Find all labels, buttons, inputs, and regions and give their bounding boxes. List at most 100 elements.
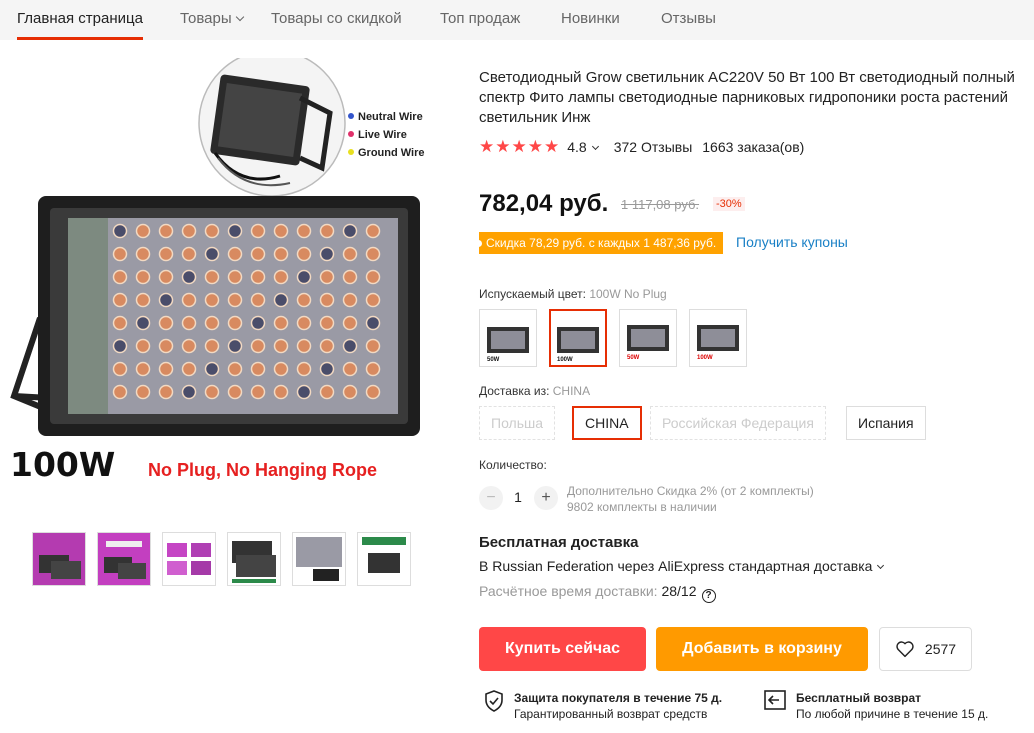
free-return[interactable]: Бесплатный возврат По любой причине в те… [764,690,988,722]
thumbnail-3[interactable] [162,532,216,586]
add-to-cart-button[interactable]: Добавить в корзину [656,627,868,671]
nav-home[interactable]: Главная страница [17,0,143,40]
product-main-image[interactable]: Neutral Wire Live Wire Ground Wire 100W … [0,58,460,508]
led-dot [319,269,335,285]
rating-value[interactable]: 4.8 [567,139,599,155]
led-dot [204,315,220,331]
ship-from-spain[interactable]: Испания [846,406,926,440]
rating-row: ★ ★ ★ ★ ★ 4.8 372 Отзывы 1663 заказа(ов) [479,137,804,157]
reviews-link[interactable]: 372 Отзывы [614,139,693,155]
color-swatch-50w-no-plug[interactable]: 50W [479,309,537,367]
stock-count: 9802 комплекты в наличии [567,500,717,514]
led-dot [273,223,289,239]
led-dot [273,269,289,285]
color-swatch-50w-switch[interactable]: 50W [619,309,677,367]
thumbnail-6[interactable] [357,532,411,586]
led-dot [250,269,266,285]
led-dot [158,338,174,354]
return-text: По любой причине в течение 15 д. [796,707,989,721]
current-price: 782,04 руб. [479,190,609,217]
led-dot [158,292,174,308]
led-dot [227,246,243,262]
ship-from-russia[interactable]: Российская Федерация [650,406,826,440]
led-dot [158,315,174,331]
led-dot [112,315,128,331]
led-dot [135,315,151,331]
led-dot [158,269,174,285]
thumbnail-4[interactable] [227,532,281,586]
nav-new[interactable]: Новинки [561,0,620,40]
led-dot [273,292,289,308]
quantity-value[interactable]: 1 [510,489,526,505]
old-price: 1 117,08 руб. [621,197,700,212]
led-dot [342,269,358,285]
svg-text:50W: 50W [627,355,640,361]
color-swatch-100w-no-plug[interactable]: 100W [549,309,607,367]
bulk-discount-note: Дополнительно Скидка 2% (от 2 комплекты) [567,484,814,498]
nav-discounted[interactable]: Товары со скидкой [271,0,402,40]
led-dot [319,223,335,239]
quantity-decrease-button[interactable]: − [479,486,503,510]
led-dot [296,361,312,377]
nav-top-sales[interactable]: Топ продаж [440,0,520,40]
color-selected-value: 100W No Plug [589,287,667,301]
nav-new-label: Новинки [561,10,620,27]
heart-icon [896,641,914,658]
led-dot [296,269,312,285]
color-swatch-100w-switch[interactable]: 100W [689,309,747,367]
nav-products[interactable]: Товары [180,0,244,40]
ship-from-label: Доставка из: CHINA [479,384,590,398]
thumbnail-1[interactable] [32,532,86,586]
led-dot [204,246,220,262]
led-dot [112,338,128,354]
shipping-method-select[interactable]: В Russian Federation через AliExpress ст… [479,558,885,574]
rating-stars[interactable]: ★ ★ ★ ★ ★ [479,137,559,157]
led-dot [112,246,128,262]
led-dot [158,223,174,239]
led-dot [296,246,312,262]
discount-badge: -30% [713,197,745,211]
led-dot [342,223,358,239]
led-dot [135,361,151,377]
buy-now-button[interactable]: Купить сейчас [479,627,646,671]
led-dot [296,223,312,239]
ship-from-poland[interactable]: Польша [479,406,556,440]
led-dot [365,384,381,400]
led-dot [204,361,220,377]
star-icon: ★ [479,137,495,156]
star-icon: ★ [495,137,511,156]
thumbnail-5[interactable] [292,532,346,586]
coupon-tag: Скидка 78,29 руб. с каждых 1 487,36 руб. [474,232,724,254]
led-dot [250,246,266,262]
protection-text: Гарантированный возврат средств [514,707,708,721]
thumbnail-2[interactable] [97,532,151,586]
led-dot [250,384,266,400]
led-dot [135,269,151,285]
led-dot [273,246,289,262]
led-dot [135,292,151,308]
wishlist-button[interactable]: 2577 [879,627,972,671]
svg-text:100W: 100W [557,357,573,363]
led-dot [227,292,243,308]
ship-from-china[interactable]: CHINA [572,406,642,440]
led-dot [181,246,197,262]
quantity-increase-button[interactable]: + [534,486,558,510]
led-dot [250,292,266,308]
led-dot [181,338,197,354]
top-nav: Главная страница Товары Товары со скидко… [0,0,1034,40]
led-dot [181,292,197,308]
led-dot [112,223,128,239]
help-icon[interactable]: ? [701,589,716,603]
chevron-down-icon [591,142,599,151]
led-dot [296,384,312,400]
led-dot [112,361,128,377]
nav-reviews[interactable]: Отзывы [661,0,716,40]
buyer-protection[interactable]: Защита покупателя в течение 75 д. Гарант… [484,690,722,722]
led-dot [365,315,381,331]
led-dot [204,223,220,239]
neutral-wire-label: Neutral Wire [358,111,423,123]
led-dot [204,269,220,285]
led-dot [158,384,174,400]
led-dot [365,269,381,285]
get-coupons-link[interactable]: Получить купоны [736,234,848,250]
